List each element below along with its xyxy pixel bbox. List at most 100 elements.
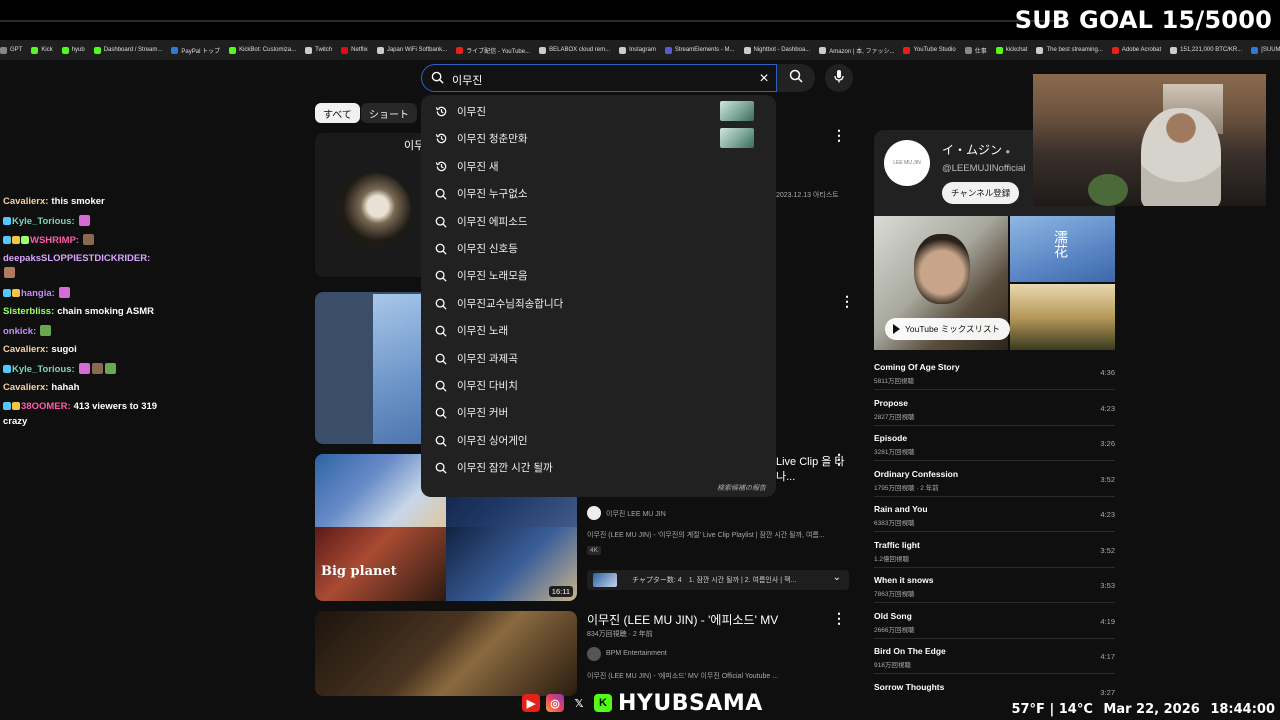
search-button[interactable] [777,64,815,92]
episode-mv-title[interactable]: 이무진 (LEE MU JIN) - '에피소드' MV [587,611,778,628]
bookmark[interactable]: ライブ配信 - YouTube... [456,46,530,55]
voice-search-button[interactable] [825,64,853,92]
search-icon [435,242,448,255]
search-box[interactable]: 이무진 × [421,64,777,92]
song-views: 5811万回視聴 [874,378,914,385]
bookmark-favicon-icon [31,46,39,54]
streamer-handle: HYUBSAMA [618,690,763,716]
channel-avatar[interactable] [587,647,601,661]
song-row[interactable]: When it snows 7863万回視聴 3:53 [874,568,1115,603]
chat-badge-icon [3,365,11,373]
search-suggestion[interactable]: 이무진 신호등 [421,235,776,262]
bookmark-favicon-icon [1170,46,1178,54]
song-title: Bird On The Edge [874,646,946,656]
channel-name[interactable]: 이무진 LEE MU JIN [606,509,666,519]
more-options-icon[interactable]: ⋮ [840,294,854,308]
subscribe-button[interactable]: チャンネル登録 [942,182,1020,204]
song-duration: 4:17 [1100,652,1115,661]
search-suggestion[interactable]: 이무진 노래 [421,317,776,344]
song-views: 1795万回視聴 · 2 年前 [874,484,939,492]
top-result-thumbnail[interactable] [315,133,421,277]
bookmark[interactable]: BELABOX cloud rem... [539,46,610,54]
suggestion-text: 이무진 새 [457,160,499,173]
chat-message: WSHRIMP: [3,234,95,246]
search-suggestion[interactable]: 이무진 노래모음 [421,262,776,289]
bookmark[interactable]: GPT [0,46,22,54]
search-suggestion[interactable]: 이무진 누구없소 [421,180,776,207]
bookmark[interactable]: [SUUMO] U R B I [1251,46,1280,54]
bookmark[interactable]: YouTube Studio [903,46,956,54]
bookmark[interactable]: Instagram [619,46,656,54]
search-suggestion[interactable]: 이무진 다비치 [421,372,776,399]
song-row[interactable]: Ordinary Confession 1795万回視聴 · 2 年前 3:52 [874,462,1115,497]
chat-message: Kyle_Torious: [3,215,91,227]
report-suggestions-link[interactable]: 検索候補の報告 [717,483,766,493]
bookmark[interactable]: hyub [61,46,85,54]
bookmark[interactable]: Netflix [341,46,368,54]
episode-mv-thumbnail[interactable] [315,611,577,696]
song-title: Episode [874,433,908,443]
song-row[interactable]: Bird On The Edge 918万回視聴 4:17 [874,639,1115,674]
suggestion-text: 이무진 노래모음 [457,270,528,283]
clear-search-button[interactable]: × [754,69,774,89]
chapters-bar[interactable]: チャプター数: 4 1. 잠깐 시간 될까 | 2. 여름인사 | 잭... ⌄ [587,570,849,590]
channel-name[interactable]: イ・ムジン ● [942,141,1010,158]
more-options-icon[interactable]: ⋮ [832,611,846,625]
bookmark-favicon-icon [664,46,672,54]
search-input[interactable]: 이무진 [452,72,482,88]
chat-text: this smoker [51,196,105,207]
bookmark[interactable]: 151,221,000 BTC/KR... [1170,46,1242,54]
bookmark-label: Adobe Acrobat [1121,47,1162,53]
search-suggestion[interactable]: 이무진 청춘만화 [421,125,776,152]
chat-message: Cavalierx: this smoker [3,196,105,207]
filter-chip-shorts[interactable]: ショート [361,103,417,123]
bookmark[interactable]: PayPal トップ [171,46,220,55]
bookmark-label: Amazon | 本, ファッシ... [829,48,895,55]
bookmark[interactable]: 仕事 [964,46,987,55]
bookmark[interactable]: Dashboard / Stream... [93,46,162,54]
bookmark[interactable]: Twitch [305,46,332,54]
channel-avatar[interactable]: LEE MU JIN [884,140,930,186]
history-icon [435,105,448,118]
bookmark[interactable]: Kick [31,46,53,54]
song-row[interactable]: Episode 3281万回視聴 3:26 [874,426,1115,461]
bookmark[interactable]: StreamElements - M... [664,46,735,54]
bookmark-label: [SUUMO] U R B I [1261,47,1280,53]
chat-badge-icon [3,402,11,410]
song-row[interactable]: Coming Of Age Story 5811万回視聴 4:36 [874,355,1115,390]
search-suggestion[interactable]: 이무진교수님죄송합니다 [421,290,776,317]
chevron-down-icon[interactable]: ⌄ [833,572,841,583]
search-suggestion[interactable]: 이무진 새 [421,153,776,180]
search-suggestion[interactable]: 이무진 과제곡 [421,345,776,372]
thumbnail-watermark: Big planet [321,564,397,579]
bookmark[interactable]: Japan WiFi Softbank... [376,46,447,54]
search-suggestion[interactable]: 이무진 싱어게인 [421,427,776,454]
filter-chip-all[interactable]: すべて [315,103,360,123]
song-row[interactable]: Traffic light 1.2億回視聴 3:52 [874,533,1115,568]
bookmark[interactable]: kickchat [995,46,1027,54]
bookmark[interactable]: The best streaming... [1036,46,1103,54]
bookmark-label: KickBot: Customiza... [239,47,297,53]
channel-avatar[interactable] [587,506,601,520]
search-suggestion[interactable]: 이무진 [421,98,776,125]
more-options-icon[interactable]: ⋮ [832,128,846,142]
song-row[interactable]: Propose 2827万回視聴 4:23 [874,391,1115,426]
song-row[interactable]: Rain and You 6383万回視聴 4:23 [874,497,1115,532]
bookmark[interactable]: Adobe Acrobat [1111,46,1162,54]
video-description: 이무진 (LEE MU JIN) - '에피소드' MV 이무진 Officia… [587,673,779,680]
search-suggestion[interactable]: 이무진 잠깐 시간 될까 [421,454,776,481]
song-views: 918万回視聴 [874,662,911,669]
bookmark[interactable]: Amazon | 本, ファッシ... [819,46,894,55]
bookmark[interactable]: KickBot: Customiza... [229,46,297,54]
search-suggestion[interactable]: 이무진 에피소드 [421,208,776,235]
search-suggestion[interactable]: 이무진 커버 [421,399,776,426]
chat-message [3,267,16,279]
youtube-mix-button[interactable]: YouTube ミックスリスト [885,318,1011,340]
video-thumbnail[interactable] [315,292,421,444]
channel-name[interactable]: BPM Entertainment [606,650,667,657]
bookmark[interactable]: Nightbot - Dashboa... [743,46,810,54]
song-row[interactable]: Old Song 2666万回視聴 4:19 [874,604,1115,639]
song-title: Sorrow Thoughts [874,681,945,692]
more-options-icon[interactable]: ⋮ [832,452,846,466]
chat-text: chain smoking ASMR [57,306,154,317]
